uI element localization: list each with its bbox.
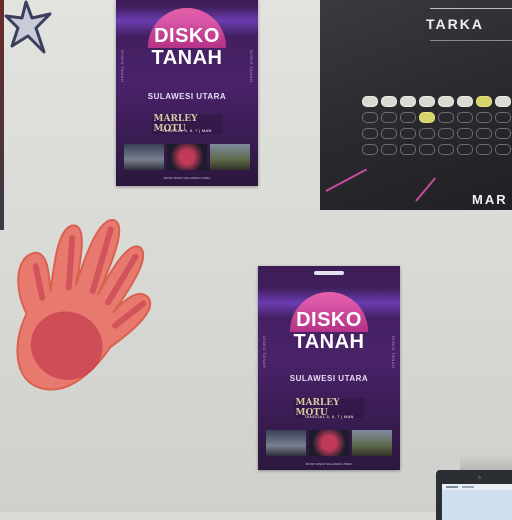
poster-photo-strip (124, 144, 250, 170)
dot-row (362, 144, 512, 155)
poster-date: TANGGAL 5, 6, 7 | MAN (304, 414, 354, 419)
poster-photo (266, 430, 306, 456)
poster-footer: MUSIK DISKO SULAWESI UTARA (163, 176, 211, 180)
poster-tarka: TARKA MAR (320, 0, 512, 210)
laptop-icon (436, 470, 512, 520)
light-streak (325, 168, 368, 192)
poster-photo (352, 430, 392, 456)
poster-photo (167, 144, 207, 170)
poster-side-text: DISKO TANAH (249, 50, 254, 83)
poster-date: TANGGAL 5, 6, 7 | MAN (162, 128, 212, 133)
dot-row (362, 96, 512, 107)
poster-title-line2: TANAH (151, 47, 223, 69)
poster-disko-tanah-top: DISKO TANAH DISKO TANAH DISKO TANAH SULA… (116, 0, 258, 186)
poster-title: TARKA (426, 16, 484, 32)
poster-side-text: DISKO TANAH (391, 336, 396, 369)
poster-title-line1: DISKO (296, 309, 362, 331)
poster-photo (309, 430, 349, 456)
hanger-tab (314, 271, 344, 275)
light-streak (415, 177, 437, 202)
poster-disko-tanah-bottom: DISKO TANAH DISKO TANAH DISKO TANAH SULA… (258, 266, 400, 470)
poster-footer: MUSIK DISKO SULAWESI UTARA (305, 462, 353, 466)
poster-title-line1: DISKO (154, 25, 220, 47)
poster-side-text: DISKO TANAH (120, 50, 125, 83)
poster-subtitle: SULAWESI UTARA (147, 92, 227, 101)
poster-subtitle: SULAWESI UTARA (289, 374, 369, 383)
poster-photo-strip (266, 430, 392, 456)
poster-title-line2: TANAH (293, 331, 365, 353)
poster-footer: MAR (472, 192, 508, 207)
webcam-icon (478, 476, 481, 479)
hand-print-icon (16, 219, 152, 391)
dot-row (362, 128, 512, 139)
star-sticker-icon (4, 0, 52, 54)
poster-photo (210, 144, 250, 170)
poster-photo (124, 144, 164, 170)
dot-row (362, 112, 512, 123)
poster-side-text: DISKO TANAH (262, 336, 267, 369)
